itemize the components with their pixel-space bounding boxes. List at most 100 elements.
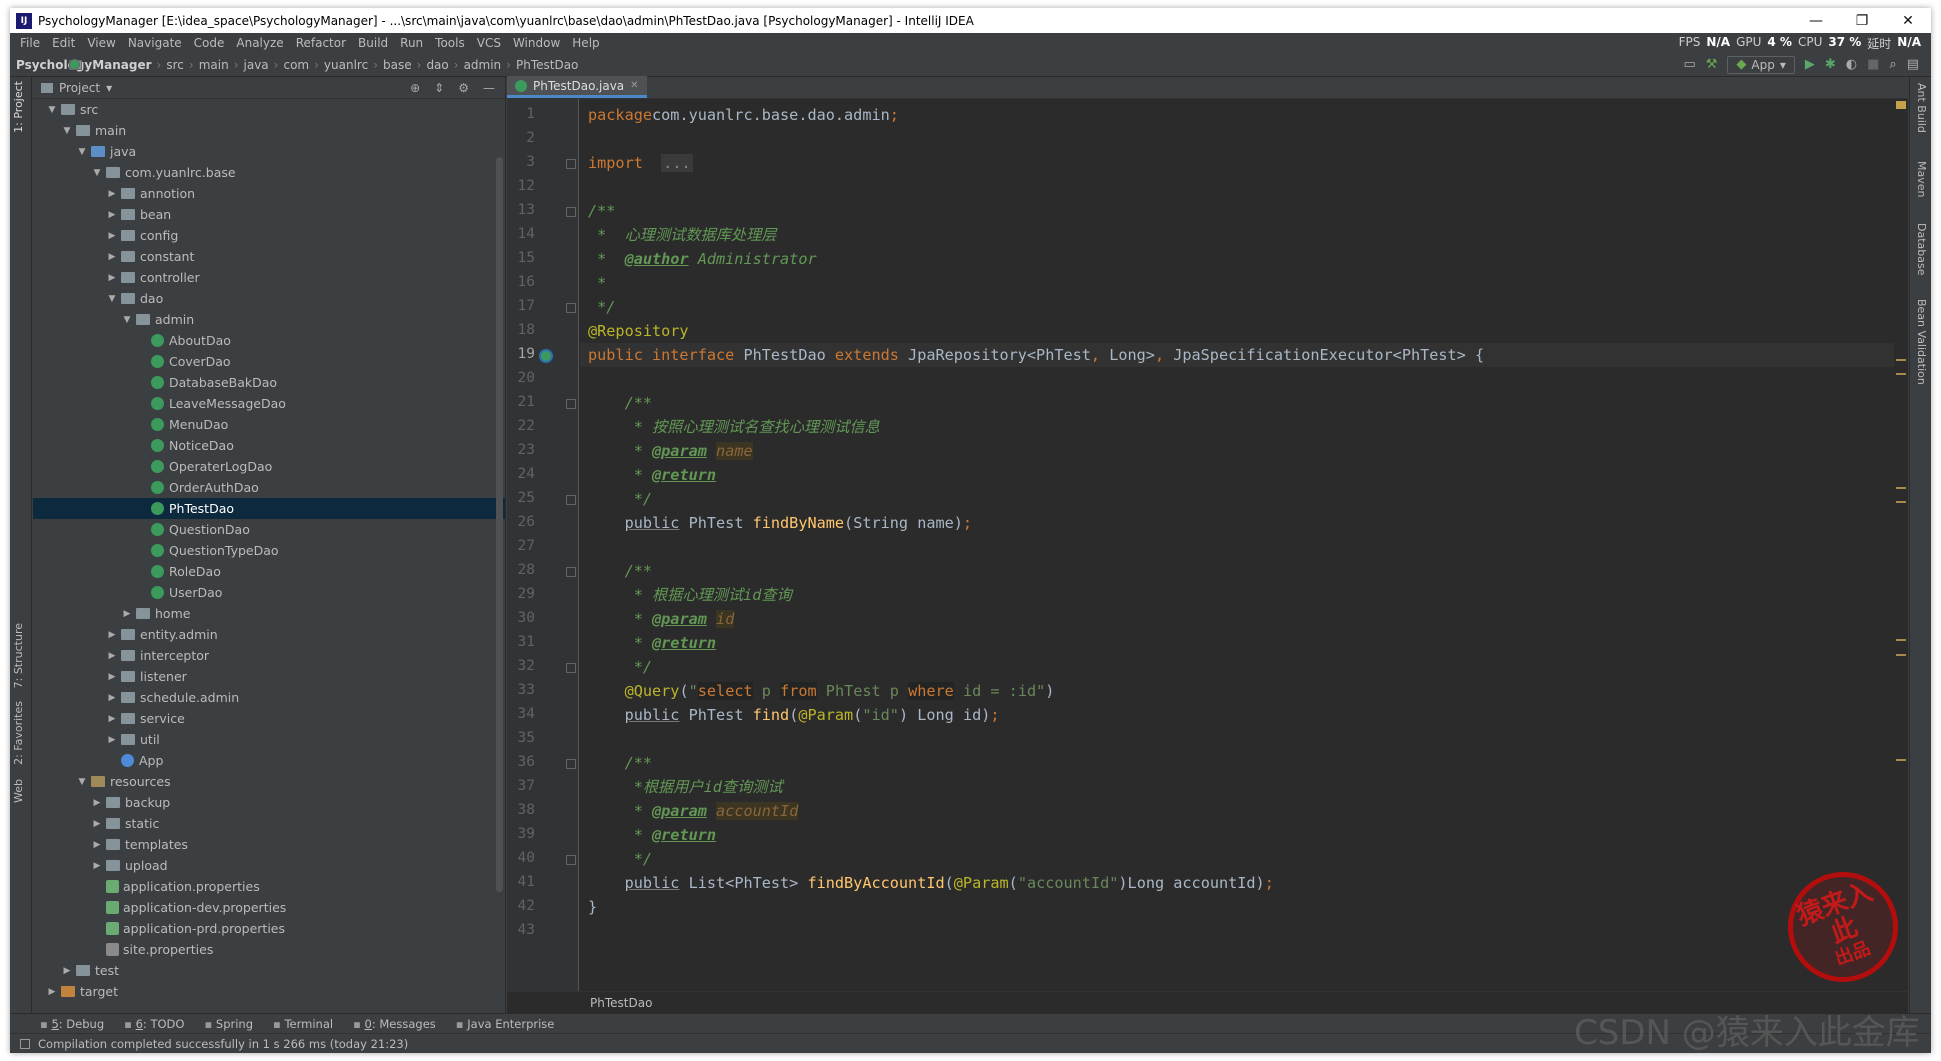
tree-item[interactable]: ▶ entity.admin	[33, 624, 505, 645]
tree-item[interactable]: OperaterLogDao	[33, 456, 505, 477]
tree-item[interactable]: application-dev.properties	[33, 897, 505, 918]
expand-right-icon[interactable]: ▶	[120, 609, 134, 619]
expand-down-icon[interactable]: ▼	[60, 126, 74, 136]
event-log-icon[interactable]: ▤	[1907, 58, 1919, 71]
expand-right-icon[interactable]: ▶	[105, 714, 119, 724]
warning-marker[interactable]	[1896, 639, 1906, 641]
menu-code[interactable]: Code	[188, 36, 231, 50]
fold-marker-icon[interactable]	[566, 567, 576, 577]
breadcrumb-item[interactable]: PhTestDao	[69, 58, 578, 72]
tree-item[interactable]: ▼ src	[33, 99, 505, 120]
fold-marker-icon[interactable]	[566, 759, 576, 769]
tree-item[interactable]: ▶ upload	[33, 855, 505, 876]
tree-item[interactable]: ▶ target	[33, 981, 505, 1002]
web-tool-button[interactable]: Web	[12, 779, 25, 803]
expand-right-icon[interactable]: ▶	[60, 966, 74, 976]
editor-scrollbar[interactable]	[1894, 99, 1908, 991]
tree-item[interactable]: ▶ controller	[33, 267, 505, 288]
expand-right-icon[interactable]: ▶	[105, 693, 119, 703]
expand-right-icon[interactable]: ▶	[105, 630, 119, 640]
expand-down-icon[interactable]: ▼	[90, 168, 104, 178]
maven-tool-button[interactable]: Maven	[1915, 161, 1928, 197]
warning-marker[interactable]	[1896, 759, 1906, 761]
breadcrumb-item[interactable]: yuanlrc	[69, 58, 368, 72]
bottom-tool-javaenterprise[interactable]: ▪ Java Enterprise	[456, 1017, 555, 1031]
tree-item[interactable]: ▶ schedule.admin	[33, 687, 505, 708]
tree-item[interactable]: ▶ templates	[33, 834, 505, 855]
gear-icon[interactable]: ⚙	[458, 81, 469, 95]
run-configuration-select[interactable]: ◆ App ▾	[1727, 55, 1795, 74]
collapse-all-icon[interactable]: ⇕	[434, 81, 444, 95]
bottom-tool-todo[interactable]: ▪ 6: TODO	[124, 1017, 184, 1031]
tree-item[interactable]: ▶ test	[33, 960, 505, 981]
expand-right-icon[interactable]: ▶	[90, 861, 104, 871]
tree-item[interactable]: CoverDao	[33, 351, 505, 372]
tab-phtestdao[interactable]: PhTestDao.java ✕	[507, 76, 647, 98]
tree-item[interactable]: ▶ util	[33, 729, 505, 750]
bottom-tool-debug[interactable]: ▪ 5: Debug	[40, 1017, 104, 1031]
tree-item[interactable]: LeaveMessageDao	[33, 393, 505, 414]
warning-marker[interactable]	[1896, 373, 1906, 375]
tree-item[interactable]: ▶ bean	[33, 204, 505, 225]
menu-tools[interactable]: Tools	[429, 36, 471, 50]
editor-breadcrumb-item[interactable]: PhTestDao	[590, 996, 652, 1010]
ant-build-tool-button[interactable]: Ant Build	[1915, 83, 1928, 133]
tree-item[interactable]: ▼ admin	[33, 309, 505, 330]
expand-right-icon[interactable]: ▶	[90, 798, 104, 808]
menu-analyze[interactable]: Analyze	[230, 36, 289, 50]
tree-item[interactable]: ▶ service	[33, 708, 505, 729]
bottom-tool-messages[interactable]: ▪ 0: Messages	[353, 1017, 436, 1031]
fold-marker-icon[interactable]	[566, 207, 576, 217]
database-tool-button[interactable]: Database	[1915, 223, 1928, 276]
structure-tool-button[interactable]: 7: Structure	[12, 623, 25, 688]
breadcrumb-item[interactable]: src	[69, 58, 184, 72]
implemented-gutter-icon[interactable]	[539, 349, 553, 363]
fold-marker-icon[interactable]	[566, 495, 576, 505]
tree-item[interactable]: ▶ static	[33, 813, 505, 834]
expand-right-icon[interactable]: ▶	[45, 987, 59, 997]
fold-marker-icon[interactable]	[566, 399, 576, 409]
expand-down-icon[interactable]: ▼	[105, 294, 119, 304]
breadcrumb-item[interactable]: base	[69, 58, 412, 72]
locate-icon[interactable]: ⊕	[410, 81, 420, 95]
bottom-tool-spring[interactable]: ▪ Spring	[204, 1017, 253, 1031]
tree-item[interactable]: ▶ backup	[33, 792, 505, 813]
minimize-button[interactable]: —	[1793, 8, 1839, 33]
menu-view[interactable]: View	[81, 36, 121, 50]
coverage-icon[interactable]: ◐	[1846, 58, 1857, 71]
tree-item[interactable]: application.properties	[33, 876, 505, 897]
tree-item[interactable]: UserDao	[33, 582, 505, 603]
tree-item[interactable]: site.properties	[33, 939, 505, 960]
expand-right-icon[interactable]: ▶	[105, 672, 119, 682]
expand-right-icon[interactable]: ▶	[90, 819, 104, 829]
tree-item[interactable]: ▶ constant	[33, 246, 505, 267]
warning-marker[interactable]	[1896, 501, 1906, 503]
tree-item[interactable]: MenuDao	[33, 414, 505, 435]
tree-item[interactable]: DatabaseBakDao	[33, 372, 505, 393]
tree-item[interactable]: OrderAuthDao	[33, 477, 505, 498]
tree-item[interactable]: QuestionTypeDao	[33, 540, 505, 561]
tree-item[interactable]: ▼ main	[33, 120, 505, 141]
expand-right-icon[interactable]: ▶	[105, 210, 119, 220]
tree-item[interactable]: ▶ interceptor	[33, 645, 505, 666]
chevron-down-icon[interactable]: ▾	[106, 81, 112, 95]
breadcrumb-item[interactable]: PsychologyManager	[16, 58, 152, 72]
favorites-tool-button[interactable]: 2: Favorites	[12, 701, 25, 765]
warning-marker[interactable]	[1896, 359, 1906, 361]
fold-marker-icon[interactable]	[566, 855, 576, 865]
tree-item[interactable]: QuestionDao	[33, 519, 505, 540]
tree-item[interactable]: ▶ listener	[33, 666, 505, 687]
expand-right-icon[interactable]: ▶	[105, 252, 119, 262]
close-button[interactable]: ✕	[1885, 8, 1931, 33]
breadcrumb-item[interactable]: dao	[69, 58, 449, 72]
build-hammer-icon[interactable]: ⚒	[1706, 58, 1718, 71]
fold-marker-icon[interactable]	[566, 303, 576, 313]
expand-right-icon[interactable]: ▶	[90, 840, 104, 850]
expand-down-icon[interactable]: ▼	[75, 777, 89, 787]
warning-marker[interactable]	[1896, 654, 1906, 656]
expand-right-icon[interactable]: ▶	[105, 735, 119, 745]
stop-icon[interactable]: ■	[1867, 58, 1879, 71]
status-toggle-icon[interactable]	[20, 1038, 30, 1049]
menu-navigate[interactable]: Navigate	[122, 36, 188, 50]
menu-window[interactable]: Window	[507, 36, 566, 50]
